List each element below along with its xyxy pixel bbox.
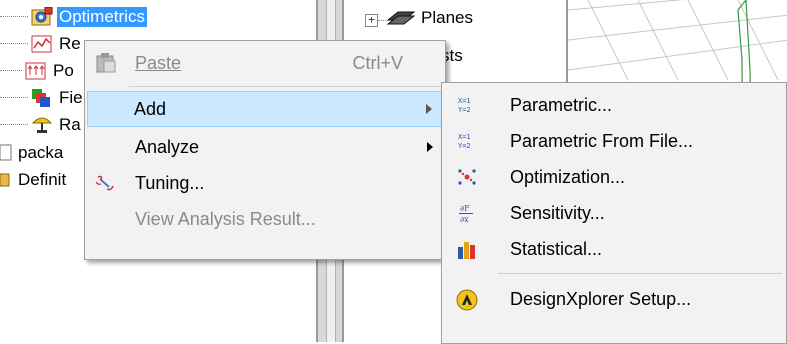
tree-connector: [0, 43, 28, 45]
shortcut-label: Ctrl+V: [352, 52, 403, 73]
parametric-menu-item[interactable]: X=1 Y=2 Parametric...: [444, 87, 784, 123]
tree-connector: [0, 70, 22, 72]
menu-separator: [129, 86, 441, 87]
context-menu: Paste Ctrl+V Add Analyze Tuning... View …: [84, 40, 446, 260]
menu-item-label: Tuning...: [135, 172, 205, 193]
tree-connector: [0, 97, 28, 99]
svg-text:∂F: ∂F: [460, 204, 470, 213]
clipboard-icon: [95, 53, 117, 73]
menu-separator: [498, 273, 782, 274]
tree-item-label: Po: [53, 61, 74, 80]
menu-item-label: DesignXplorer Setup...: [510, 288, 692, 309]
submenu-arrow-icon: [427, 142, 433, 152]
tree-item-label: Definit: [18, 170, 67, 189]
paste-menu-item[interactable]: Paste Ctrl+V: [87, 45, 443, 81]
statistical-icon: [456, 239, 478, 259]
tree-item-results[interactable]: Re: [0, 31, 83, 57]
tree-item-radiation[interactable]: Ra: [0, 112, 83, 138]
tree-item-label: packa: [18, 143, 64, 162]
field-overlays-icon: [31, 88, 53, 108]
sensitivity-icon: ∂F ∂x: [456, 203, 478, 224]
sensitivity-menu-item[interactable]: ∂F ∂x Sensitivity...: [444, 195, 784, 231]
tree-item-field-overlays[interactable]: Fie: [0, 85, 85, 111]
planes-icon: [386, 8, 416, 30]
svg-text:Y=2: Y=2: [458, 142, 471, 150]
tree-item-port-field[interactable]: Po: [0, 58, 76, 84]
tree-item-package[interactable]: packa: [0, 140, 65, 166]
tree-connector: [0, 16, 28, 18]
menu-item-label: Statistical...: [510, 238, 603, 259]
document-icon: [0, 143, 12, 163]
results-icon: [31, 34, 53, 54]
optimization-menu-item[interactable]: Optimization...: [444, 159, 784, 195]
svg-text:X=1: X=1: [458, 133, 471, 141]
tree-item-label: Ra: [59, 115, 81, 134]
tree-item-label: Fie: [59, 88, 83, 107]
menu-item-label: Optimization...: [510, 166, 626, 187]
expand-icon[interactable]: +: [365, 14, 378, 27]
tree-connector: [0, 124, 28, 126]
tree-item-label: Re: [59, 34, 81, 53]
menu-item-label: Paste: [135, 52, 182, 73]
port-field-icon: [25, 61, 47, 81]
parametric-file-icon: X=1 Y=2: [456, 131, 478, 151]
tuning-menu-item[interactable]: Tuning...: [87, 165, 443, 201]
tree-item-optimetrics[interactable]: Optimetrics: [0, 4, 147, 30]
designxplorer-setup-menu-item[interactable]: DesignXplorer Setup...: [444, 281, 784, 317]
definitions-icon: [0, 170, 12, 190]
menu-item-label: Parametric...: [510, 94, 613, 115]
svg-text:X=1: X=1: [458, 97, 471, 105]
designxplorer-icon: [456, 289, 478, 311]
optimization-icon: [456, 167, 478, 187]
radiation-icon: [31, 115, 53, 135]
analyze-menu-item[interactable]: Analyze: [87, 129, 443, 165]
tree-connector: [378, 20, 386, 22]
menu-item-label: Parametric From File...: [510, 130, 694, 151]
optimetrics-icon: [31, 6, 53, 27]
add-submenu: X=1 Y=2 Parametric... X=1 Y=2 Parametric…: [441, 82, 787, 344]
submenu-arrow-icon: [426, 104, 432, 114]
svg-text:Y=2: Y=2: [458, 106, 471, 114]
tree-item-label: Optimetrics: [57, 7, 147, 27]
menu-item-label: Add: [134, 98, 167, 119]
menu-item-label: Sensitivity...: [510, 202, 605, 223]
menu-item-label: View Analysis Result...: [135, 208, 316, 229]
add-menu-item[interactable]: Add: [87, 91, 443, 127]
tree-item-planes[interactable]: Planes: [421, 8, 473, 28]
tree-item-definitions[interactable]: Definit: [0, 167, 68, 193]
statistical-menu-item[interactable]: Statistical...: [444, 231, 784, 267]
svg-text:∂x: ∂x: [460, 215, 469, 223]
view-analysis-result-menu-item[interactable]: View Analysis Result...: [87, 201, 443, 237]
parametric-from-file-menu-item[interactable]: X=1 Y=2 Parametric From File...: [444, 123, 784, 159]
tuning-icon: [95, 173, 117, 193]
parametric-icon: X=1 Y=2: [456, 95, 478, 115]
menu-item-label: Analyze: [135, 136, 200, 157]
